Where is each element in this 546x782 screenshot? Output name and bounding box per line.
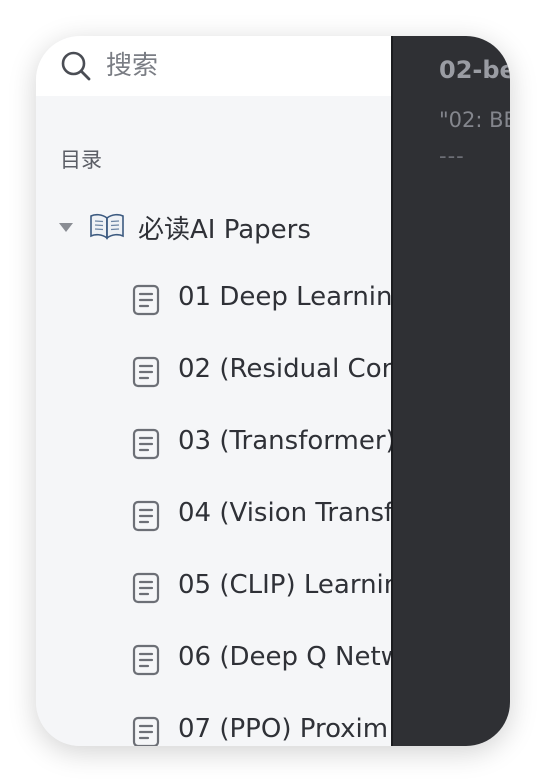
- document-label: 05 (CLIP) Learnin: [178, 570, 391, 600]
- document-label: 01 Deep Learning: [178, 282, 391, 312]
- editor-text-line: "02: BE: [439, 108, 510, 132]
- document-label: 06 (Deep Q Netw: [178, 642, 391, 672]
- tree-root-item[interactable]: 必读AI Papers: [36, 202, 391, 254]
- document-icon: [132, 428, 160, 460]
- toc-heading: 目录: [60, 148, 102, 172]
- document-item[interactable]: 05 (CLIP) Learnin: [36, 560, 391, 632]
- document-icon: [132, 716, 160, 746]
- document-item[interactable]: 04 (Vision Transf: [36, 488, 391, 560]
- document-label: 04 (Vision Transf: [178, 498, 391, 528]
- caret-down-icon[interactable]: [59, 223, 73, 232]
- document-list: 01 Deep Learning 02 (Residual Con 03 (Tr…: [36, 272, 391, 746]
- document-item[interactable]: 07 (PPO) Proxim: [36, 704, 391, 746]
- editor-pane[interactable]: 02-be "02: BE ---: [393, 36, 510, 746]
- editor-document-title: 02-be: [439, 56, 510, 84]
- document-icon: [132, 356, 160, 388]
- search-input[interactable]: [106, 46, 376, 86]
- document-icon: [132, 644, 160, 676]
- sidebar: 目录 必读AI Papers: [36, 36, 391, 746]
- document-icon: [132, 284, 160, 316]
- document-label: 07 (PPO) Proxim: [178, 714, 389, 744]
- document-icon: [132, 572, 160, 604]
- document-item[interactable]: 03 (Transformer): [36, 416, 391, 488]
- open-book-icon: [90, 213, 124, 240]
- document-item[interactable]: 02 (Residual Con: [36, 344, 391, 416]
- document-icon: [132, 500, 160, 532]
- editor-horizontal-rule: ---: [439, 144, 465, 168]
- document-label: 02 (Residual Con: [178, 354, 391, 384]
- document-item[interactable]: 01 Deep Learning: [36, 272, 391, 344]
- search-icon[interactable]: [60, 50, 92, 82]
- app-window: 目录 必读AI Papers: [36, 36, 510, 746]
- tree-root-label: 必读AI Papers: [138, 215, 311, 245]
- search-bar[interactable]: [36, 36, 391, 96]
- document-label: 03 (Transformer): [178, 426, 391, 456]
- document-item[interactable]: 06 (Deep Q Netw: [36, 632, 391, 704]
